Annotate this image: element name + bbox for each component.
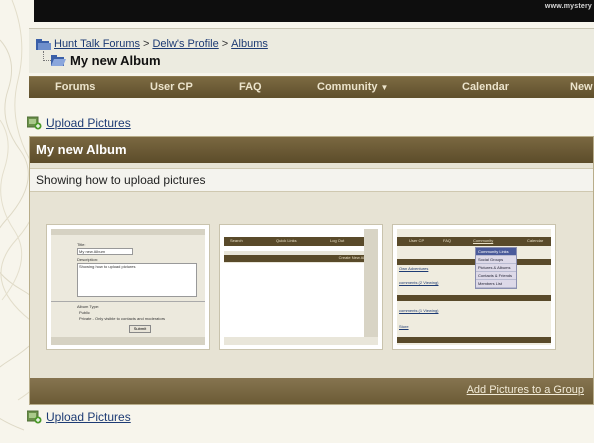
t1-opt-public: Public — [79, 310, 90, 315]
t3-menu-item-1: Community Links — [476, 248, 516, 256]
t1-title-field: My new Album — [77, 248, 133, 255]
album-title: My new Album — [36, 142, 127, 157]
t3-community-menu: Community Links Social Groups Pictures &… — [475, 247, 517, 289]
t1-desc-field: Showing how to upload pictures — [77, 263, 197, 297]
album-description-text: Showing how to upload pictures — [36, 173, 206, 187]
add-pictures-to-group-link[interactable]: Add Pictures to a Group — [467, 384, 584, 396]
album-panel: My new Album Showing how to upload pictu… — [29, 136, 594, 405]
breadcrumb-separator: > — [221, 38, 229, 50]
upload-pictures-bottom[interactable]: Upload Pictures — [27, 410, 131, 424]
picture-3-content: User CP FAQ Community Calendar Own Adven… — [397, 229, 551, 345]
t3-section-bar-2 — [397, 295, 551, 301]
thumbnail-row: Title: My new Album Description: Showing… — [30, 224, 593, 350]
upload-pictures-top[interactable]: Upload Pictures — [27, 116, 131, 130]
page-title: My new Album — [51, 53, 161, 68]
t2-scrollbar — [364, 229, 378, 345]
nav-calendar[interactable]: Calendar — [462, 81, 509, 93]
upload-picture-icon — [27, 410, 42, 424]
picture-1-content: Title: My new Album Description: Showing… — [51, 229, 205, 345]
t2-nav-search: Search — [230, 238, 243, 243]
upload-picture-icon — [27, 116, 42, 130]
picture-1-topbar — [51, 229, 205, 235]
t1-desc-label: Description: — [77, 257, 99, 262]
t2-nav-logout: Log Out — [330, 238, 345, 243]
nav-community[interactable]: Community ▼ — [317, 81, 388, 93]
t3-navbar: User CP FAQ Community Calendar — [397, 237, 551, 246]
t3-nav-user-cp: User CP — [409, 238, 425, 243]
breadcrumb-separator: > — [143, 38, 150, 50]
t3-section-bar-1 — [397, 259, 551, 265]
tree-connector — [43, 51, 51, 61]
breadcrumb-trail: Hunt Talk Forums > Delw's Profile > Albu… — [36, 38, 268, 50]
t3-menu-item-2: Social Groups — [476, 256, 516, 264]
t3-nav-calendar: Calendar — [527, 238, 544, 243]
t1-title-label: Title: — [77, 242, 86, 247]
t1-opt-private: Private - Only visible to contacts and m… — [79, 316, 166, 321]
album-header: My new Album — [30, 137, 593, 163]
breadcrumb-link-albums[interactable]: Albums — [231, 38, 268, 50]
t3-row-3: comments (1 Viewing) — [399, 308, 439, 313]
t3-menu-item-4: Contacts & Friends — [476, 272, 516, 280]
t1-desc-value: Showing how to upload pictures — [79, 264, 136, 269]
t2-navbar: Search Quick Links Log Out — [224, 237, 378, 246]
t2-action-bar: Create New Album — [224, 255, 378, 262]
breadcrumb-link-profile[interactable]: Delw's Profile — [152, 38, 218, 50]
nav-forums[interactable]: Forums — [55, 81, 95, 93]
t1-divider — [51, 301, 205, 302]
main-navbar: Forums User CP FAQ Community ▼ Calendar N… — [29, 76, 594, 98]
album-picture-2[interactable]: Search Quick Links Log Out Create New Al… — [219, 224, 383, 350]
album-picture-3[interactable]: User CP FAQ Community Calendar Own Adven… — [392, 224, 556, 350]
breadcrumb-link-forums[interactable]: Hunt Talk Forums — [54, 38, 140, 50]
t3-nav-community: Community — [473, 238, 494, 243]
forum-folder-icon — [36, 38, 51, 50]
t3-menu-item-3: Pictures & Albums — [476, 264, 516, 272]
t3-row-1: Own Adventures — [399, 266, 429, 271]
breadcrumb: Hunt Talk Forums > Delw's Profile > Albu… — [29, 28, 594, 73]
t1-submit-button: Submit — [129, 325, 151, 333]
nav-new[interactable]: New — [570, 81, 593, 93]
t3-menu-item-5: Members List — [476, 280, 516, 288]
upload-pictures-link[interactable]: Upload Pictures — [46, 116, 131, 130]
nav-user-cp[interactable]: User CP — [150, 81, 193, 93]
site-url: www.mystery — [544, 3, 592, 10]
t3-row-2: comments (2 Viewing) — [399, 280, 439, 285]
dropdown-caret-icon: ▼ — [380, 83, 389, 92]
t1-type-label: Album Type: — [77, 304, 100, 309]
nav-community-label: Community — [317, 81, 378, 93]
t2-footer — [224, 337, 378, 345]
t1-title-value: My new Album — [79, 249, 106, 254]
album-footer: Add Pictures to a Group — [30, 378, 593, 404]
site-banner: www.mystery — [34, 0, 594, 22]
picture-1-footer — [51, 337, 205, 345]
t2-nav-quick-links: Quick Links — [276, 238, 297, 243]
upload-pictures-link[interactable]: Upload Pictures — [46, 410, 131, 424]
album-picture-1[interactable]: Title: My new Album Description: Showing… — [46, 224, 210, 350]
t3-row-4: Store — [399, 324, 409, 329]
t3-nav-faq: FAQ — [443, 238, 452, 243]
t3-footer-bar — [397, 337, 551, 343]
page-title-text: My new Album — [70, 53, 161, 68]
picture-2-content: Search Quick Links Log Out Create New Al… — [224, 229, 378, 345]
open-folder-icon — [51, 55, 66, 66]
nav-faq[interactable]: FAQ — [239, 81, 262, 93]
album-description: Showing how to upload pictures — [30, 168, 593, 192]
